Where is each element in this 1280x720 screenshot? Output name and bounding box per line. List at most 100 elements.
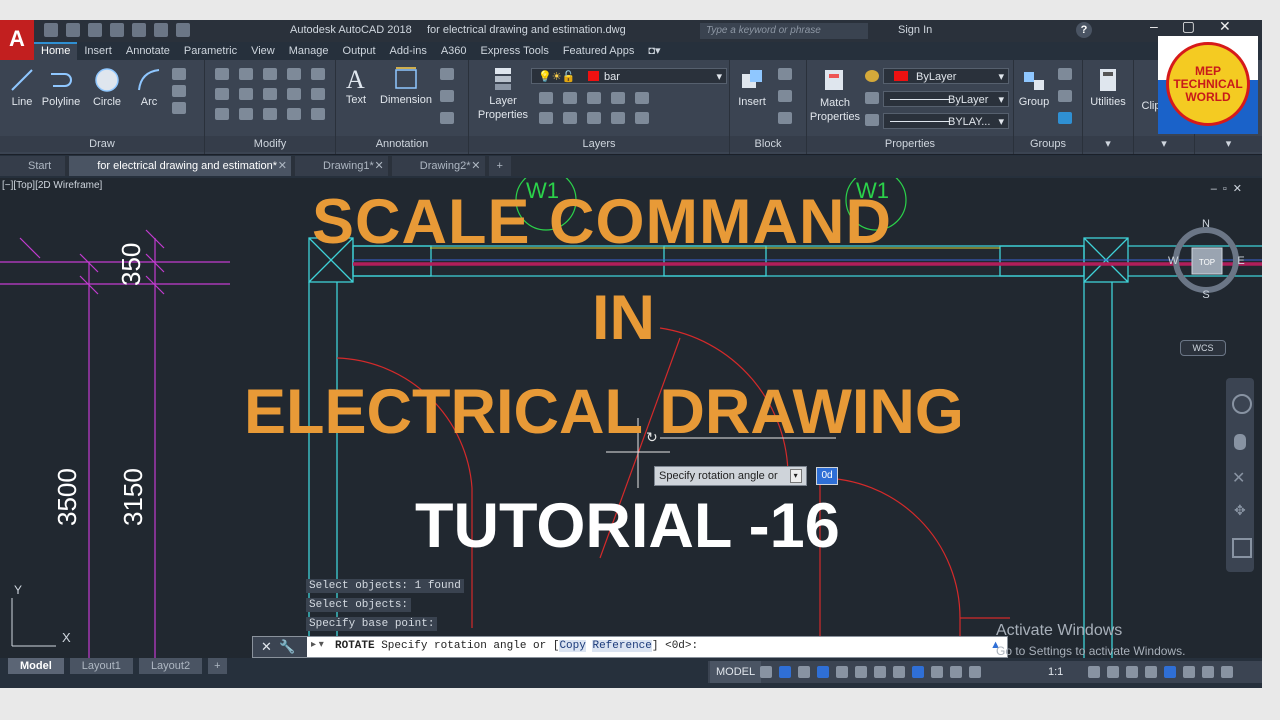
break-icon[interactable] [311, 108, 325, 120]
file-tab[interactable]: Start [0, 156, 66, 176]
isodraft-icon[interactable] [836, 666, 848, 678]
layer-properties-tool[interactable]: Layer Properties [473, 64, 533, 122]
command-line-buttons[interactable]: ✕ 🔧 [253, 637, 307, 657]
command-line[interactable]: ✕ 🔧 ▸ ▾ ROTATE Specify rotation angle or… [252, 636, 1008, 658]
ribbon-tab-a360[interactable]: A360 [434, 42, 474, 60]
window-controls[interactable]: –▢✕ [1150, 20, 1255, 35]
color-dropdown[interactable]: ByLayer ▾ [883, 68, 1009, 84]
layer-match-icon[interactable] [635, 92, 649, 104]
zoom-icon[interactable]: ✕ [1232, 468, 1245, 488]
close-tab-icon[interactable]: ✕ [278, 156, 287, 176]
utilities-tool[interactable]: Utilities [1085, 66, 1131, 108]
offset-icon[interactable] [311, 88, 325, 100]
scale-icon[interactable] [239, 108, 253, 120]
layout-tab-layout2[interactable]: Layout2 [138, 658, 203, 674]
ribbon-tab-view[interactable]: View [244, 42, 282, 60]
compass-west[interactable]: W [1168, 255, 1179, 267]
hardware-acceleration-icon[interactable] [1183, 666, 1195, 678]
erase-icon[interactable] [287, 68, 301, 80]
model-space-button[interactable]: MODEL [710, 661, 762, 683]
draw-panel-title[interactable]: Draw [0, 136, 204, 152]
layout-tab-layout1[interactable]: Layout1 [69, 658, 133, 674]
ribbon-tab-express-tools[interactable]: Express Tools [474, 42, 556, 60]
orbit-icon[interactable]: ✥ [1234, 502, 1246, 519]
layer-thaw-icon[interactable] [587, 112, 601, 124]
compass-east[interactable]: E [1237, 255, 1244, 267]
layer-unlock-icon[interactable] [611, 112, 625, 124]
layer-lock-icon[interactable] [611, 92, 625, 104]
move-icon[interactable] [215, 68, 229, 80]
search-input[interactable]: Type a keyword or phrase [700, 23, 868, 39]
trim-icon[interactable] [263, 68, 277, 80]
groups-panel-title[interactable]: Groups [1014, 136, 1082, 152]
mirror-icon[interactable] [311, 68, 325, 80]
ungroup-icon[interactable] [1058, 68, 1072, 80]
selection-cycling-icon[interactable] [931, 666, 943, 678]
steering-wheel-icon[interactable] [1232, 394, 1252, 414]
hatch-icon[interactable] [172, 85, 186, 97]
option-copy[interactable]: Copy [559, 640, 586, 652]
stretch-icon[interactable] [215, 108, 229, 120]
group-select-icon[interactable] [1058, 112, 1072, 124]
linetype-icon[interactable] [865, 92, 879, 104]
annotation-scale[interactable]: 1:1 [1048, 661, 1063, 683]
layer-dropdown[interactable]: 💡☀🔓 bar ▾ [531, 68, 727, 84]
ribbon-tab-parametric[interactable]: Parametric [177, 42, 244, 60]
line-tool[interactable]: Line [4, 66, 40, 108]
osnap-icon[interactable] [874, 666, 886, 678]
ribbon-tab-home[interactable]: Home [34, 42, 78, 60]
layer-unisolate-icon[interactable] [563, 112, 577, 124]
group-tool[interactable]: Group [1016, 66, 1052, 108]
auto-scale-icon[interactable] [969, 666, 981, 678]
object-track-icon[interactable] [855, 666, 867, 678]
isolate-objects-icon[interactable] [1164, 666, 1176, 678]
wcs-menu[interactable]: WCS [1180, 340, 1226, 356]
polar-icon[interactable] [817, 666, 829, 678]
annotation-panel-title[interactable]: Annotation [336, 136, 468, 152]
mirror2-icon[interactable] [239, 88, 253, 100]
compass-north[interactable]: N [1202, 218, 1210, 230]
layout-tab-model[interactable]: Model [8, 658, 64, 674]
ribbon-tab-add-ins[interactable]: Add-ins [383, 42, 434, 60]
match-properties-tool[interactable]: Match Properties [809, 66, 861, 124]
ribbon-options-toggle-icon[interactable]: ◘▾ [641, 42, 667, 60]
grid-icon[interactable] [760, 666, 772, 678]
copy-icon[interactable] [215, 88, 229, 100]
edit-icon[interactable] [287, 108, 301, 120]
annotation-monitor-icon[interactable] [1107, 666, 1119, 678]
properties-panel-title[interactable]: Properties [807, 136, 1013, 152]
file-tab[interactable]: for electrical drawing and estimation* ✕ [69, 156, 291, 176]
layer-on-icon[interactable] [539, 112, 553, 124]
snap-icon[interactable] [779, 666, 791, 678]
circle-tool[interactable]: Circle [90, 66, 124, 108]
create-block-icon[interactable] [778, 68, 792, 80]
gradient-icon[interactable] [172, 102, 186, 114]
group-edit-icon[interactable] [1058, 90, 1072, 102]
new-file-icon[interactable] [44, 23, 58, 37]
file-tab[interactable]: Drawing2* ✕ [391, 156, 485, 176]
file-tab[interactable]: Drawing1* ✕ [295, 156, 388, 176]
attribute-icon[interactable] [778, 112, 792, 124]
compass-south[interactable]: S [1202, 289, 1209, 298]
undo-icon[interactable] [154, 23, 168, 37]
table-icon[interactable] [440, 90, 454, 102]
open-file-icon[interactable] [66, 23, 80, 37]
polyline-tool[interactable]: Polyline [40, 66, 82, 108]
annotation-visibility-icon[interactable] [950, 666, 962, 678]
redo-icon[interactable] [176, 23, 190, 37]
save-icon[interactable] [88, 23, 102, 37]
ribbon-tab-featured-apps[interactable]: Featured Apps [556, 42, 642, 60]
leader-icon[interactable] [440, 68, 454, 80]
pan-icon[interactable] [1234, 434, 1246, 450]
print-icon[interactable] [132, 23, 146, 37]
clipboard-panel-title[interactable]: ▾ [1134, 136, 1194, 152]
autocad-app-menu-button[interactable]: A [0, 20, 34, 62]
insert-tool[interactable]: Insert [732, 66, 772, 108]
showmotion-icon[interactable] [1232, 538, 1252, 558]
new-tab-button[interactable]: + [488, 156, 511, 176]
arc-tool[interactable]: Arc [132, 66, 166, 108]
new-layout-button[interactable]: + [208, 658, 227, 674]
ribbon-tab-insert[interactable]: Insert [77, 42, 119, 60]
block-panel-title[interactable]: Block [730, 136, 806, 152]
layer-freeze-icon[interactable] [587, 92, 601, 104]
